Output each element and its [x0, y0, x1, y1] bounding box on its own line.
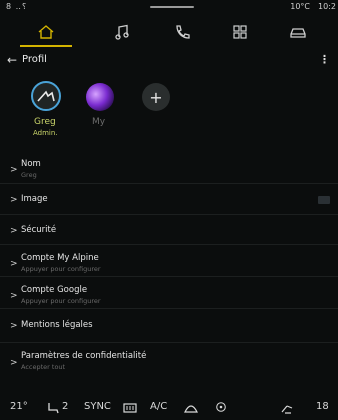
profile-role-badge: Admin.	[33, 129, 58, 137]
car-icon	[290, 28, 306, 38]
page-header: ← Profil ⋮	[0, 50, 338, 72]
avatar-my[interactable]	[86, 83, 114, 111]
list-item-subtitle: Accepter tout	[21, 363, 66, 371]
apps-grid-icon	[233, 25, 247, 39]
list-item-compte-google[interactable]: > Compte Google Appuyer pour configurer	[0, 277, 338, 309]
pull-down-handle[interactable]	[150, 6, 194, 8]
list-item-label: Sécurité	[21, 225, 57, 235]
seat-heat-icon[interactable]	[46, 402, 60, 417]
phone-icon	[176, 25, 190, 39]
sync-button[interactable]: SYNC	[84, 401, 111, 412]
list-item-label: Compte My Alpine	[21, 253, 99, 263]
passenger-temperature[interactable]: 18	[316, 401, 329, 412]
list-item-subtitle: Appuyer pour configurer	[21, 297, 101, 305]
nav-vehicle[interactable]	[270, 16, 326, 48]
nav-phone[interactable]	[154, 16, 210, 48]
home-icon	[38, 25, 54, 39]
nav-apps[interactable]	[212, 16, 268, 48]
front-defrost-icon[interactable]	[184, 402, 198, 417]
signal-indicator: 8 ‥⸮	[6, 2, 28, 11]
fan-icon[interactable]	[214, 401, 228, 416]
chevron-right-icon: >	[10, 226, 18, 236]
climate-bar: 21° 2 SYNC A/C 18	[0, 396, 338, 420]
chevron-right-icon: >	[10, 291, 18, 301]
page-title: Profil	[22, 54, 47, 65]
avatar-greg[interactable]	[31, 81, 61, 111]
list-item-nom[interactable]: > Nom Greg	[0, 152, 338, 184]
list-item-subtitle: Appuyer pour configurer	[21, 265, 101, 273]
driver-temperature[interactable]: 21°	[10, 401, 28, 412]
list-item-confidentialite[interactable]: > Paramètres de confidentialité Accepter…	[0, 343, 338, 379]
rear-defrost-icon[interactable]	[123, 402, 137, 417]
main-navigation	[0, 16, 338, 48]
ac-button[interactable]: A/C	[150, 401, 167, 412]
more-options-icon[interactable]: ⋮	[319, 53, 330, 66]
airflow-icon[interactable]	[280, 402, 294, 417]
status-bar: 8 ‥⸮ 10°C 10:2	[0, 0, 338, 13]
music-note-icon	[115, 24, 129, 40]
list-item-label: Mentions légales	[21, 320, 93, 330]
profile-image-thumbnail	[318, 196, 330, 204]
profile-name-my: My	[92, 117, 106, 127]
add-profile-button[interactable]: +	[142, 83, 170, 111]
list-item-label: Compte Google	[21, 285, 88, 295]
list-item-label: Paramètres de confidentialité	[21, 351, 147, 361]
clock: 10:2	[318, 2, 336, 11]
nav-music[interactable]	[94, 16, 150, 48]
seat-icon	[48, 403, 59, 414]
chevron-right-icon: >	[10, 165, 18, 175]
chevron-right-icon: >	[10, 195, 18, 205]
profile-selector: + Greg My Admin.	[0, 78, 338, 144]
back-arrow-icon[interactable]: ←	[7, 53, 17, 67]
list-item-subtitle: Greg	[21, 171, 37, 179]
seat-heat-level: 2	[62, 401, 69, 412]
list-item-label: Image	[21, 194, 48, 204]
chevron-right-icon: >	[10, 259, 18, 269]
nav-home[interactable]	[18, 16, 74, 48]
list-item-image[interactable]: > Image	[0, 184, 338, 215]
list-item-label: Nom	[21, 159, 41, 169]
chevron-right-icon: >	[10, 358, 18, 368]
list-item-securite[interactable]: > Sécurité	[0, 215, 338, 245]
outside-temperature: 10°C	[290, 2, 310, 11]
list-item-compte-my-alpine[interactable]: > Compte My Alpine Appuyer pour configur…	[0, 245, 338, 277]
alpine-logo-icon	[37, 90, 55, 102]
profile-name-greg: Greg	[34, 117, 56, 127]
chevron-right-icon: >	[10, 321, 18, 331]
list-item-mentions-legales[interactable]: > Mentions légales	[0, 309, 338, 343]
